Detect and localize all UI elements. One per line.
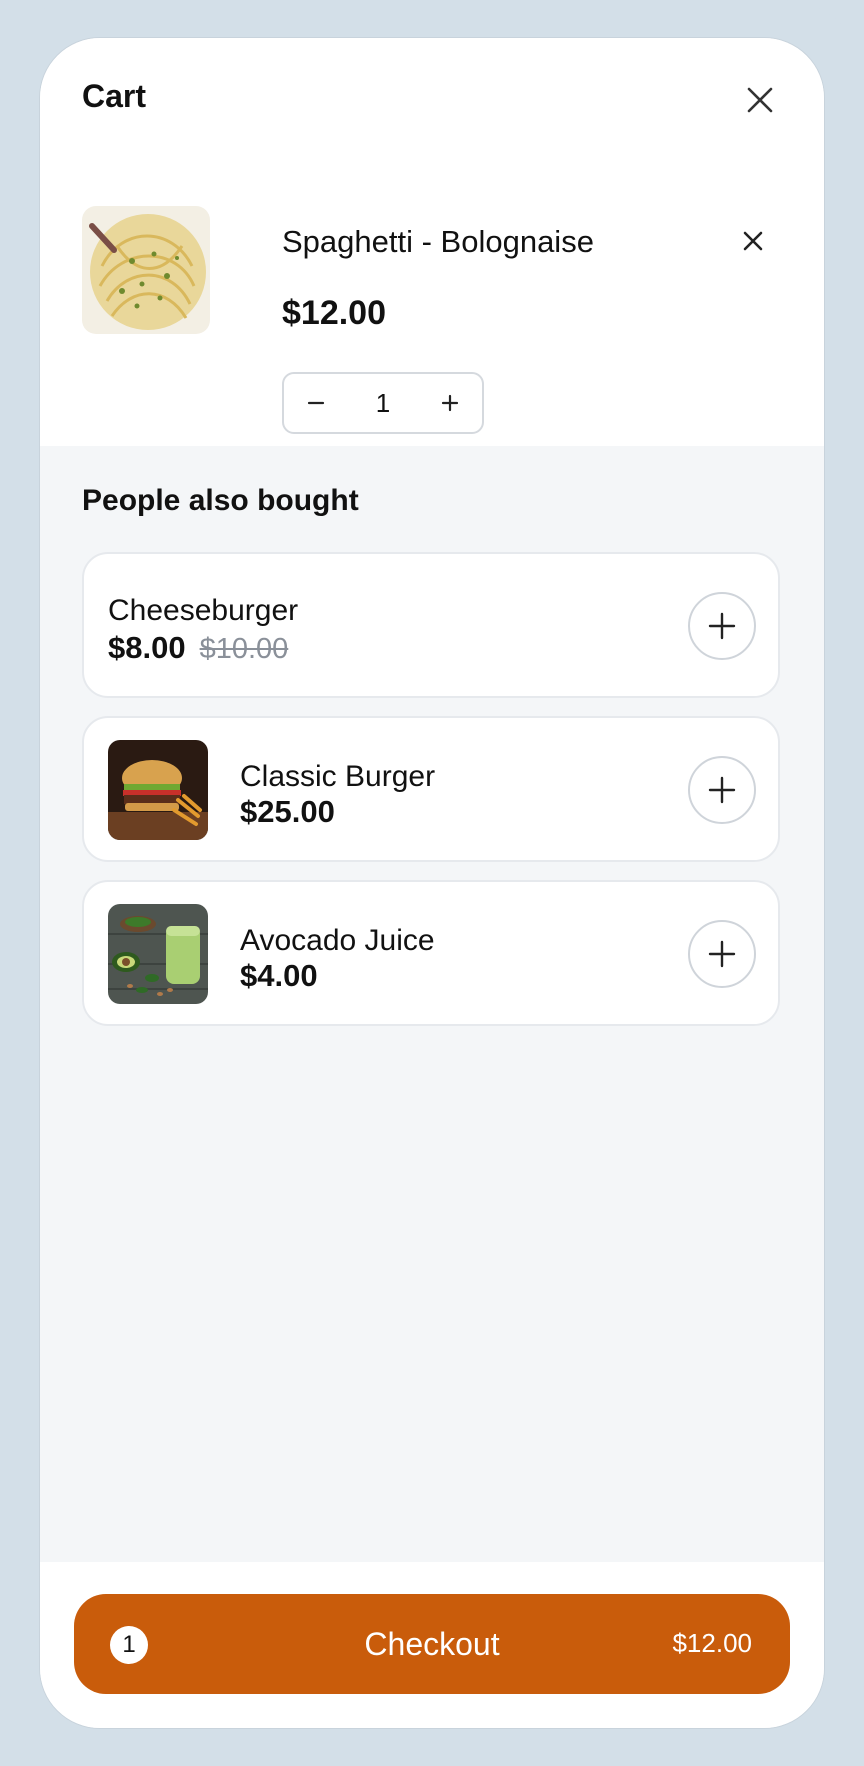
recommendation-card[interactable]: Avocado Juice $4.00 <box>82 880 780 1026</box>
product-name: Cheeseburger <box>108 594 299 627</box>
product-name: Classic Burger <box>240 760 436 793</box>
plus-icon <box>441 394 459 412</box>
product-original-price: $10.00 <box>199 633 289 665</box>
minus-icon <box>307 401 325 405</box>
plus-icon <box>708 940 736 968</box>
product-price: $25.00 <box>240 794 335 829</box>
spaghetti-image <box>82 206 210 334</box>
close-icon <box>747 87 773 113</box>
recommendation-card[interactable]: Classic Burger $25.00 <box>82 716 780 862</box>
checkout-button[interactable]: 1 Checkout $12.00 <box>74 1594 790 1694</box>
page-title: Cart <box>82 78 147 114</box>
cart-item-price: $12.00 <box>282 294 386 332</box>
checkout-total: $12.00 <box>672 1628 752 1658</box>
product-price: $8.00 <box>108 630 186 665</box>
cart-item-name: Spaghetti - Bolognaise <box>282 224 594 259</box>
quantity-stepper: 1 <box>282 372 484 434</box>
avocado-juice-image <box>108 904 208 1004</box>
remove-item-button[interactable] <box>738 226 768 256</box>
product-name: Avocado Juice <box>240 924 435 957</box>
recommendation-card[interactable]: Cheeseburger $8.00 $10.00 <box>82 552 780 698</box>
decrease-quantity-button[interactable] <box>284 374 348 432</box>
increase-quantity-button[interactable] <box>418 374 482 432</box>
quantity-value: 1 <box>375 387 391 418</box>
cart-item: Spaghetti - Bolognaise $12.00 1 <box>82 206 782 434</box>
close-button[interactable] <box>740 80 780 120</box>
recommendations-title: People also bought <box>82 484 359 517</box>
cart-sheet: Cart Spaghetti - Bolognaise $12.00 1 Peo… <box>40 38 824 1728</box>
add-to-cart-button[interactable] <box>688 592 756 660</box>
add-to-cart-button[interactable] <box>688 920 756 988</box>
add-to-cart-button[interactable] <box>688 756 756 824</box>
plus-icon <box>708 776 736 804</box>
plus-icon <box>708 612 736 640</box>
product-price-row: $8.00 $10.00 <box>108 632 288 664</box>
cart-header-area: Cart Spaghetti - Bolognaise $12.00 1 <box>40 38 824 446</box>
product-price: $4.00 <box>240 958 318 993</box>
remove-icon <box>743 231 763 251</box>
classic-burger-image <box>108 740 208 840</box>
checkout-footer: 1 Checkout $12.00 <box>40 1562 824 1728</box>
